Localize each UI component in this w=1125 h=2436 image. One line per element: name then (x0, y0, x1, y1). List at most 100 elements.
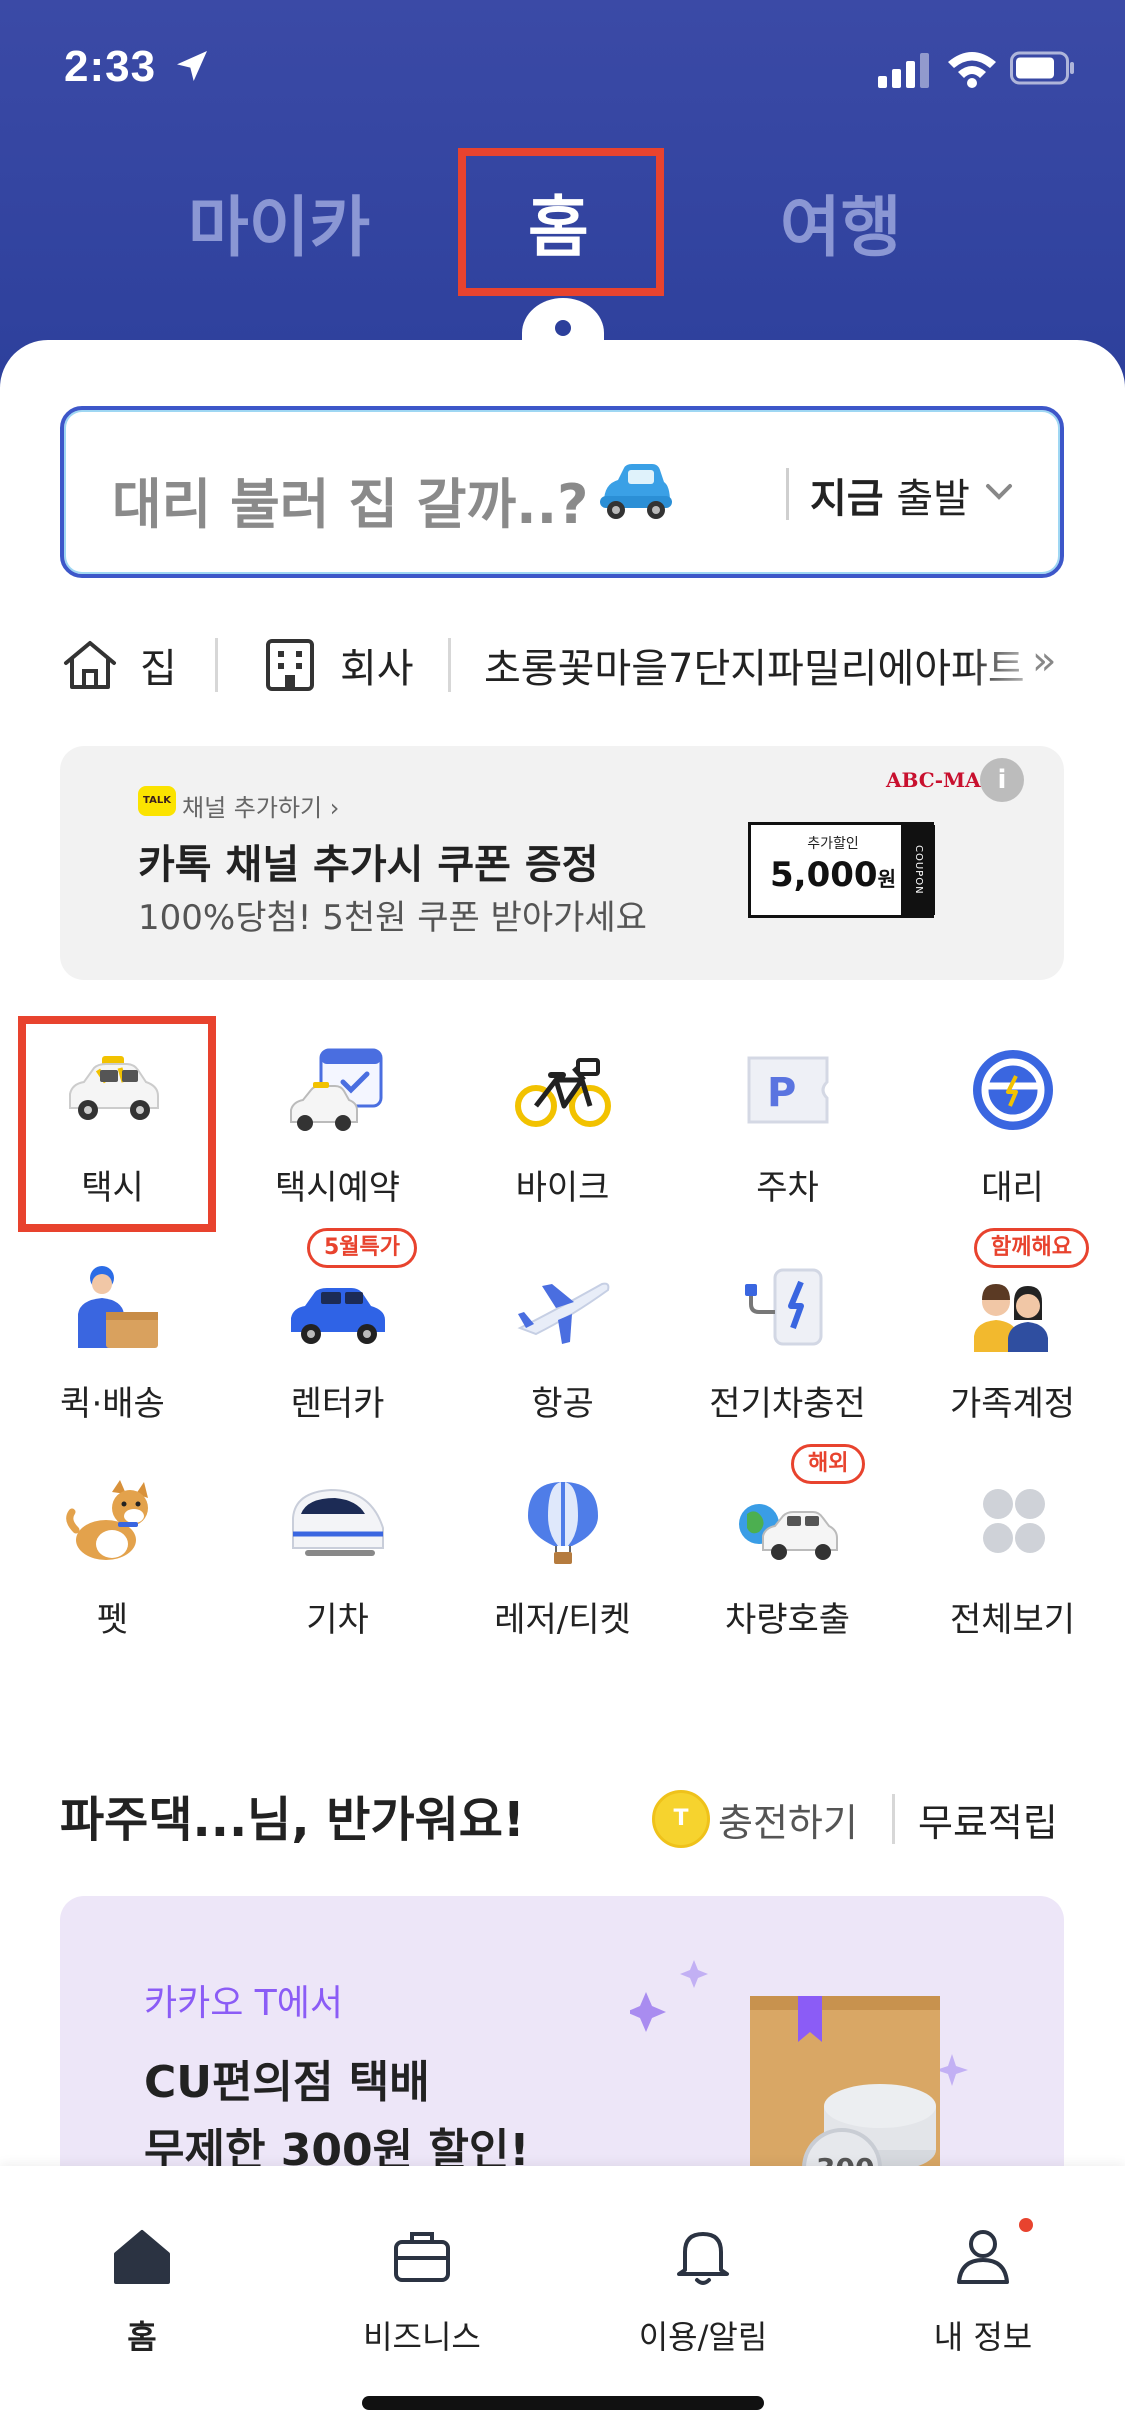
service-rental-car-label: 렌터카 (290, 1384, 385, 1424)
service-family-account-label: 가족계정 (949, 1384, 1076, 1424)
airplane-icon (517, 1282, 610, 1344)
nav-my-info[interactable]: 내 정보 (843, 2196, 1123, 2356)
service-family-account[interactable]: 함께해요 가족계정 (900, 1226, 1125, 1426)
coupon-unit: 원 (877, 867, 896, 891)
charge-button[interactable]: 충전하기 (718, 1792, 858, 1847)
double-chevron-right-icon[interactable]: » (1032, 638, 1056, 684)
nav-business[interactable]: 비즈니스 (282, 2196, 562, 2356)
nav-business-label: 비즈니스 (363, 2318, 481, 2356)
promo-card[interactable]: 카카오 T에서 CU편의점 택배 무제한 300원 할인! 300 (60, 1896, 1064, 2186)
search-placeholder: 대리 불러 집 갈까..? (112, 473, 589, 536)
coupon-amount: 5,000원 (765, 855, 901, 895)
coupon-tag: COUPON (901, 825, 935, 915)
service-delivery[interactable]: 퀵·배송 (0, 1226, 225, 1426)
t-coin-icon: T (652, 1790, 710, 1848)
coupon-graphic: 추가할인 5,000원 COUPON (748, 822, 935, 918)
home-icon (114, 2230, 170, 2284)
quick-place-home-label: 집 (140, 646, 177, 692)
greeting-text: 파주댁...님, 반가워요! (60, 1792, 525, 1848)
coupon-caption: 추가할인 (807, 836, 859, 852)
service-ev-charging[interactable]: 전기차충전 (675, 1226, 900, 1426)
quick-places: 집 회사 초롱꽃마을7단지파밀리에아파트 » (60, 630, 1070, 700)
service-airline[interactable]: 항공 (450, 1226, 675, 1426)
highlight-annotation-home-tab (458, 148, 664, 296)
car-emoji-icon (600, 464, 672, 519)
bell-icon (677, 2232, 729, 2285)
parking-icon: P (747, 1056, 829, 1124)
notification-dot (1019, 2218, 1033, 2232)
info-icon[interactable]: i (980, 758, 1024, 802)
active-tab-dot (555, 320, 571, 336)
chevron-down-icon (986, 484, 1012, 500)
destination-search-box[interactable]: 대리 불러 집 갈까..? 지금 출발 (60, 406, 1064, 578)
divider (892, 1794, 895, 1844)
designated-driver-icon (973, 1050, 1053, 1130)
bike-icon (515, 1058, 611, 1127)
office-building-icon (266, 639, 314, 691)
service-bike-label: 바이크 (515, 1168, 610, 1208)
nav-notifications-label: 이용/알림 (638, 2318, 768, 2356)
service-pet-label: 펫 (96, 1600, 129, 1640)
depart-label: 출발 (896, 476, 970, 522)
quick-place-work-label: 회사 (340, 646, 414, 692)
highlight-annotation-taxi (18, 1016, 216, 1232)
quick-place-home[interactable]: 집 (60, 630, 177, 700)
taxi-reservation-icon (290, 1048, 383, 1131)
divider (215, 638, 218, 692)
free-earn-button[interactable]: 무료적립 (918, 1792, 1058, 1847)
location-arrow-icon (177, 51, 207, 81)
nav-notifications[interactable]: 이용/알림 (563, 2196, 843, 2356)
car-hailing-icon (739, 1504, 838, 1560)
service-ev-charging-label: 전기차충전 (709, 1384, 866, 1424)
quick-place-recent[interactable]: 초롱꽃마을7단지파밀리에아파트 (484, 630, 1054, 700)
nav-home[interactable]: 홈 (2, 2196, 282, 2356)
service-view-all-label: 전체보기 (949, 1600, 1076, 1640)
nav-home-label: 홈 (127, 2318, 157, 2356)
service-designated-driver-label: 대리 (981, 1168, 1044, 1208)
promo-kicker: 카카오 T에서 (144, 1983, 344, 2024)
service-delivery-label: 퀵·배송 (60, 1384, 165, 1424)
promo-badge: 함께해요 (974, 1228, 1089, 1268)
status-time: 2:33 (64, 42, 157, 91)
all-services-icon (983, 1489, 1045, 1553)
service-bike[interactable]: 바이크 (450, 1010, 675, 1210)
house-icon (64, 641, 116, 689)
depart-now: 지금 (810, 476, 884, 522)
service-parking-label: 주차 (756, 1168, 819, 1208)
service-pet[interactable]: 펫 (0, 1442, 225, 1642)
service-train-label: 기차 (306, 1600, 369, 1640)
banner-title: 카톡 채널 추가시 쿠폰 증정 (138, 842, 599, 888)
service-taxi-reservation[interactable]: 택시예약 (225, 1010, 450, 1210)
rental-car-icon (291, 1288, 385, 1344)
service-train[interactable]: 기차 (225, 1442, 450, 1642)
service-car-hailing-abroad[interactable]: 해외 차량호출 (675, 1442, 900, 1642)
depart-time-selector[interactable]: 지금 출발 (810, 466, 970, 524)
promo-badge: 해외 (791, 1444, 866, 1484)
service-taxi-reservation-label: 택시예약 (274, 1168, 401, 1208)
parcel-box-illustration: 300 (630, 1960, 968, 2186)
service-leisure-ticket[interactable]: 레저/티켓 (450, 1442, 675, 1642)
person-icon (957, 2230, 1009, 2284)
service-view-all[interactable]: 전체보기 (900, 1442, 1125, 1642)
nav-my-info-label: 내 정보 (933, 2318, 1033, 2356)
coupon-value: 5,000 (770, 855, 878, 895)
quick-place-work[interactable]: 회사 (260, 630, 414, 700)
kakaotalk-icon: TALK (138, 786, 176, 816)
battery-icon (1010, 51, 1074, 85)
ad-banner[interactable]: TALK 채널 추가하기 › 카톡 채널 추가시 쿠폰 증정 100%당첨! 5… (60, 746, 1064, 980)
train-icon (292, 1488, 384, 1556)
search-divider (786, 468, 789, 520)
ev-charger-icon (745, 1268, 823, 1346)
service-leisure-ticket-label: 레저/티켓 (494, 1600, 631, 1640)
service-parking[interactable]: P 주차 (675, 1010, 900, 1210)
cellular-signal-icon (878, 53, 929, 88)
service-car-hailing-abroad-label: 차량호출 (724, 1600, 851, 1640)
service-rental-car[interactable]: 5월특가 렌터카 (225, 1226, 450, 1426)
svg-text:P: P (767, 1070, 796, 1116)
tab-mycar[interactable]: 마이카 (188, 174, 370, 270)
service-designated-driver[interactable]: 대리 (900, 1010, 1125, 1210)
tab-travel[interactable]: 여행 (780, 174, 901, 270)
status-bar: 2:33 (0, 0, 1125, 140)
balloon-icon (528, 1482, 598, 1564)
delivery-icon (78, 1266, 158, 1348)
